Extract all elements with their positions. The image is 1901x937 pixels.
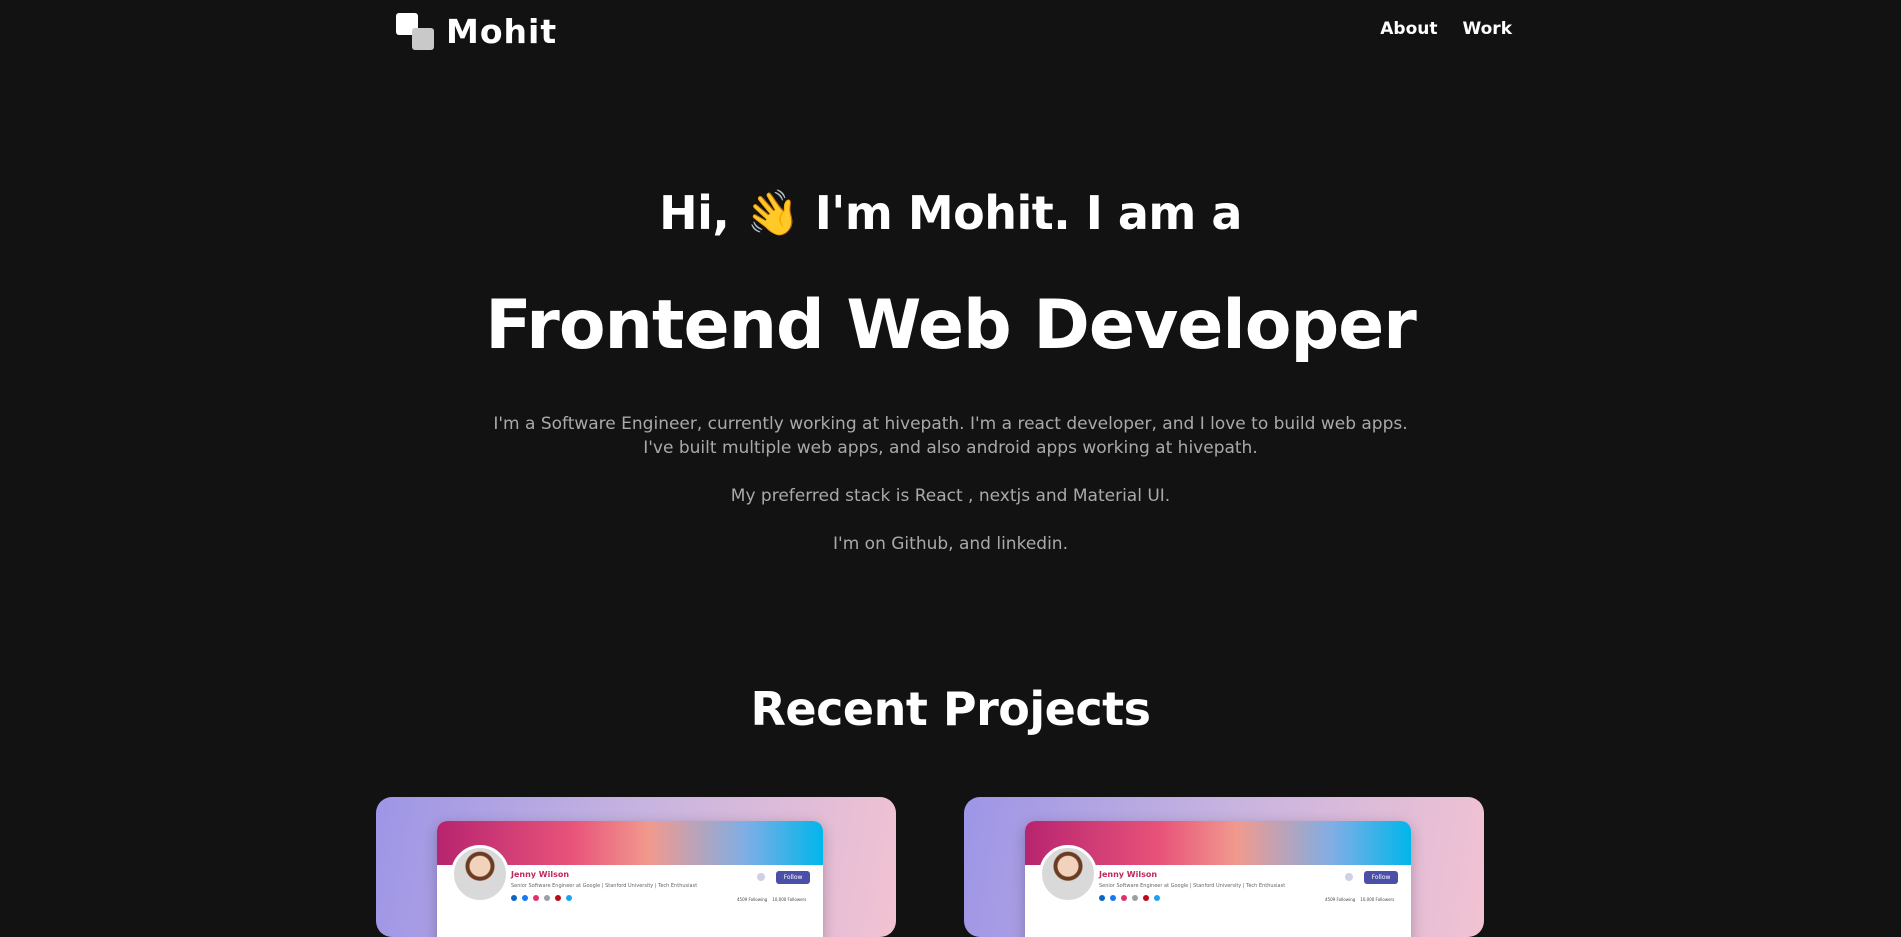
globe-icon (544, 895, 550, 901)
logo-icon (396, 12, 436, 51)
nav-links: About Work (1380, 19, 1512, 39)
twitter-icon (566, 895, 572, 901)
hero-bio: I'm a Software Engineer, currently worki… (0, 412, 1901, 556)
profile-name: Jenny Wilson (1099, 870, 1158, 879)
project-card[interactable]: Jenny Wilson Senior Software Engineer at… (376, 797, 896, 937)
facebook-icon (522, 895, 528, 901)
stack-line: My preferred stack is React , nextjs and… (730, 486, 1171, 506)
profile-stats: 4509 Following 10,000 Followers (1325, 897, 1394, 902)
followers-count: 10,000 Followers (772, 897, 807, 902)
social-line: I'm on Github, and linkedin. (833, 534, 1068, 554)
social-icons (1099, 895, 1160, 901)
following-count: 4509 Following (1325, 897, 1356, 902)
hero-greeting: Hi, 👋 I'm Mohit. I am a (0, 185, 1901, 245)
pinterest-icon (1143, 895, 1149, 901)
follow-button: Follow (776, 871, 810, 884)
globe-icon (1132, 895, 1138, 901)
twitter-icon (1154, 895, 1160, 901)
profile-description: Senior Software Engineer at Google | Sta… (511, 883, 698, 889)
avatar (451, 845, 509, 903)
hero-role-title: Frontend Web Developer (485, 286, 1417, 365)
bell-icon (1345, 873, 1353, 881)
avatar (1039, 845, 1097, 903)
following-count: 4509 Following (737, 897, 768, 902)
profile-stats: 4509 Following 10,000 Followers (737, 897, 806, 902)
social-icons (511, 895, 572, 901)
project-screenshot: Jenny Wilson Senior Software Engineer at… (1025, 821, 1411, 937)
bio-line: I'm a Software Engineer, currently worki… (493, 414, 1408, 434)
linkedin-icon (1099, 895, 1105, 901)
linkedin-icon (511, 895, 517, 901)
profile-description: Senior Software Engineer at Google | Sta… (1099, 883, 1286, 889)
facebook-icon (1110, 895, 1116, 901)
instagram-icon (533, 895, 539, 901)
nav-link-work[interactable]: Work (1462, 19, 1512, 39)
follow-button: Follow (1364, 871, 1398, 884)
nav-link-about[interactable]: About (1380, 19, 1437, 39)
project-card[interactable]: Jenny Wilson Senior Software Engineer at… (964, 797, 1484, 937)
project-screenshot: Jenny Wilson Senior Software Engineer at… (437, 821, 823, 937)
site-logo[interactable]: Mohit (396, 12, 557, 51)
bell-icon (757, 873, 765, 881)
greeting-start: Hi, (659, 186, 730, 240)
bio-line: I've built multiple web apps, and also a… (643, 438, 1258, 458)
followers-count: 10,000 Followers (1360, 897, 1395, 902)
greeting-end: I'm Mohit. I am a (814, 186, 1243, 240)
instagram-icon (1121, 895, 1127, 901)
pinterest-icon (555, 895, 561, 901)
profile-name: Jenny Wilson (511, 870, 570, 879)
logo-text: Mohit (446, 12, 558, 51)
recent-projects-title: Recent Projects (750, 682, 1151, 736)
waving-hand-icon: 👋 (740, 184, 804, 245)
top-navbar: Mohit About Work (0, 0, 1901, 62)
